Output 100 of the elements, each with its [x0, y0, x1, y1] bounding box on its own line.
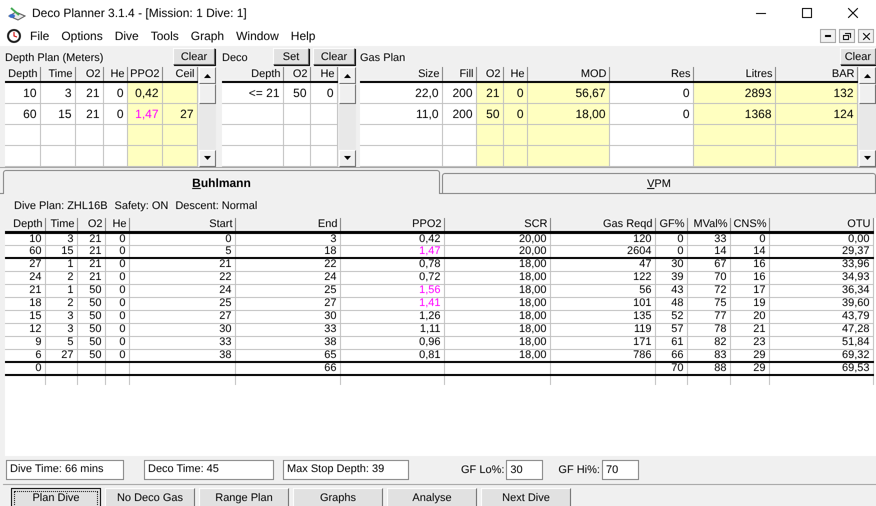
table-cell: 57	[655, 323, 687, 336]
menu-item[interactable]: Help	[284, 29, 322, 43]
column-header: GF%	[655, 218, 687, 232]
table-cell: 69,32	[769, 349, 873, 362]
table-cell: 0,42	[340, 232, 444, 245]
table-cell: 1,56	[340, 284, 444, 297]
table-cell: 0	[105, 310, 129, 323]
table-cell: 50	[77, 297, 105, 310]
table-cell: 1	[45, 258, 77, 271]
menu-item[interactable]: Window	[230, 29, 285, 43]
scroll-thumb[interactable]	[338, 84, 356, 104]
table-cell: 0	[103, 82, 127, 103]
table-cell: 21	[75, 103, 103, 124]
table-cell: 0	[310, 82, 337, 103]
table-cell: 3	[45, 232, 77, 245]
scroll-down-button[interactable]	[858, 150, 876, 166]
scroll-up-button[interactable]	[338, 67, 356, 84]
scrollbar[interactable]	[198, 67, 216, 166]
table-cell: 1	[45, 284, 77, 297]
tab[interactable]: Buhlmann	[3, 170, 440, 194]
table-cell: 48	[655, 297, 687, 310]
table-cell: 2604	[550, 245, 655, 258]
clear-button[interactable]: Clear	[840, 48, 876, 65]
table-cell: 0	[103, 103, 127, 124]
watch-icon[interactable]	[6, 28, 22, 44]
table-cell: 21	[77, 271, 105, 284]
column-header: He	[105, 218, 129, 232]
scroll-up-button[interactable]	[858, 67, 876, 84]
clear-button[interactable]: Clear	[173, 48, 215, 65]
column-header: O2	[283, 67, 310, 82]
table-cell: 9	[5, 336, 45, 349]
scrollbar[interactable]	[338, 67, 356, 166]
section-label: Gas Plan	[360, 52, 406, 65]
maximize-icon	[802, 8, 812, 18]
table-cell: 15	[5, 310, 45, 323]
column-header: Res	[609, 67, 693, 82]
scrollbar[interactable]	[858, 67, 876, 166]
table-cell: 34,93	[769, 271, 873, 284]
table-cell: 56,67	[527, 82, 609, 103]
close-button[interactable]	[858, 29, 874, 43]
table-cell: 0	[105, 336, 129, 349]
set-button[interactable]: Set	[273, 48, 309, 65]
menu-item[interactable]: Tools	[144, 29, 185, 43]
action-button[interactable]: Next Dive	[481, 488, 571, 506]
table-cell: 0	[105, 271, 129, 284]
table-cell: 0,78	[340, 258, 444, 271]
tab[interactable]: VPM	[442, 173, 876, 193]
action-button[interactable]: Analyse	[387, 488, 477, 506]
action-button[interactable]: Range Plan	[199, 488, 289, 506]
table-cell: 70	[655, 362, 687, 375]
restore-button[interactable]	[839, 29, 855, 43]
table-cell: 23	[730, 336, 769, 349]
table-cell: 12	[5, 323, 45, 336]
table-cell: 21	[5, 284, 45, 297]
table-cell: 65	[235, 349, 340, 362]
table-cell: 21	[730, 323, 769, 336]
table-cell: 22	[235, 258, 340, 271]
table-cell: 21	[77, 258, 105, 271]
scroll-thumb[interactable]	[198, 84, 216, 104]
table-cell: 22,0	[360, 82, 442, 103]
scroll-up-button[interactable]	[198, 67, 216, 84]
action-button[interactable]: Graphs	[293, 488, 383, 506]
menu-item[interactable]: Options	[55, 29, 109, 43]
table-cell: 21	[77, 245, 105, 258]
gf-lo-input[interactable]: 30	[506, 460, 544, 480]
table-cell: 0	[105, 349, 129, 362]
column-header: PPO2	[127, 67, 162, 82]
table-cell: 43,79	[769, 310, 873, 323]
scroll-down-button[interactable]	[198, 150, 216, 166]
table-cell: 135	[550, 310, 655, 323]
table-cell: 82	[687, 336, 730, 349]
down-arrow-icon	[344, 156, 350, 160]
menu-item[interactable]: Dive	[108, 29, 145, 43]
down-arrow-icon	[204, 156, 210, 160]
table-cell: 27	[162, 103, 197, 124]
table-cell: 50	[77, 336, 105, 349]
table-cell: 50	[283, 82, 310, 103]
gf-hi-input[interactable]: 70	[602, 460, 639, 480]
table-cell: 20,00	[444, 245, 550, 258]
menu-item[interactable]: File	[24, 29, 56, 43]
up-arrow-icon	[864, 74, 870, 78]
table-cell: 52	[655, 310, 687, 323]
scroll-thumb[interactable]	[858, 84, 876, 104]
clear-button[interactable]: Clear	[313, 48, 355, 65]
table-cell: 29	[730, 362, 769, 375]
table-cell: 15	[45, 245, 77, 258]
table-cell: 33	[129, 336, 235, 349]
scroll-down-button[interactable]	[338, 150, 356, 166]
column-header: He	[310, 67, 337, 82]
table-cell: 33	[235, 323, 340, 336]
table-cell: 1,47	[127, 103, 162, 124]
plan-info: Dive Plan: ZHL16B	[14, 200, 108, 212]
table-cell: 39,60	[769, 297, 873, 310]
action-button[interactable]: No Deco Gas	[105, 488, 195, 506]
menu-item[interactable]: Graph	[184, 29, 230, 43]
table-cell: 69,53	[769, 362, 873, 375]
table-cell: 25	[235, 284, 340, 297]
table-cell: 0	[105, 258, 129, 271]
minimize-button[interactable]	[820, 29, 836, 43]
action-button[interactable]: Plan Dive	[11, 488, 101, 506]
